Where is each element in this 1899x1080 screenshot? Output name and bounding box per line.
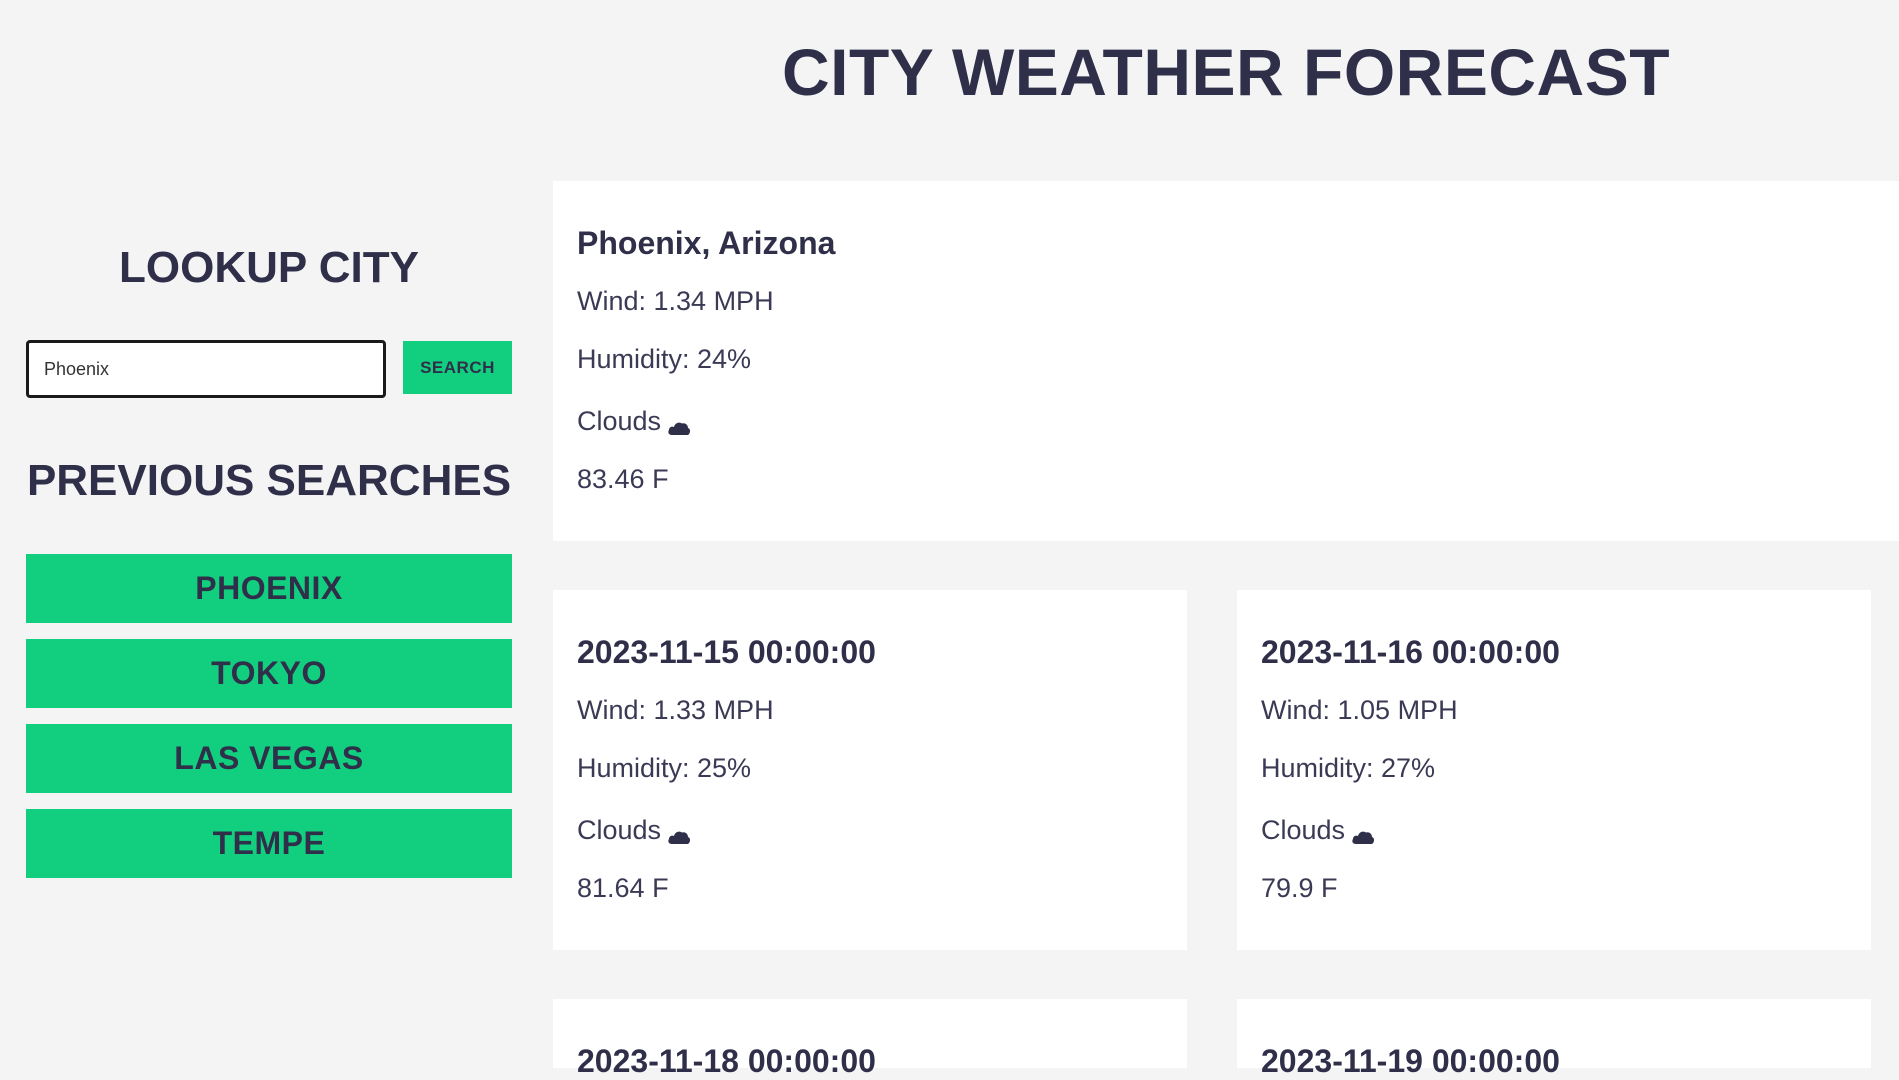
cloud-icon: [667, 412, 691, 435]
city-search-input[interactable]: [26, 340, 386, 398]
forecast-wind: Wind: 1.05 MPH: [1261, 695, 1458, 725]
forecast-date: 2023-11-16 00:00:00: [1261, 634, 1560, 670]
forecast-card: 2023-11-15 00:00:00 Wind: 1.33 MPH Humid…: [553, 590, 1187, 950]
forecast-date: 2023-11-19 00:00:00: [1261, 1043, 1560, 1079]
forecast-conditions-label: Clouds: [1261, 815, 1346, 845]
previous-searches-heading: PREVIOUS SEARCHES: [26, 456, 512, 505]
forecast-temperature: 81.64 F: [577, 873, 669, 903]
current-weather-card: Phoenix, Arizona Wind: 1.34 MPH Humidity…: [553, 181, 1899, 541]
current-humidity: Humidity: 24%: [577, 344, 752, 374]
forecast-conditions: Clouds: [1261, 815, 1375, 846]
current-wind: Wind: 1.34 MPH: [577, 286, 774, 316]
history-button-tempe[interactable]: TEMPE: [26, 809, 512, 878]
history-button-tokyo[interactable]: TOKYO: [26, 639, 512, 708]
cloud-icon: [667, 821, 691, 844]
history-button-las-vegas[interactable]: LAS VEGAS: [26, 724, 512, 793]
forecast-date: 2023-11-18 00:00:00: [577, 1043, 876, 1079]
forecast-conditions-label: Clouds: [577, 815, 662, 845]
page-title: CITY WEATHER FORECAST: [781, 35, 1671, 109]
forecast-card: 2023-11-18 00:00:00: [553, 999, 1187, 1079]
forecast-humidity: Humidity: 25%: [577, 753, 752, 783]
cloud-icon: [1351, 821, 1375, 844]
search-button[interactable]: SEARCH: [403, 341, 512, 394]
forecast-wind: Wind: 1.33 MPH: [577, 695, 774, 725]
current-city-title: Phoenix, Arizona: [577, 225, 836, 261]
forecast-card: 2023-11-19 00:00:00: [1237, 999, 1871, 1079]
previous-searches-list: PHOENIX TOKYO LAS VEGAS TEMPE: [26, 554, 512, 894]
current-temperature: 83.46 F: [577, 464, 669, 494]
forecast-temperature: 79.9 F: [1261, 873, 1338, 903]
history-button-phoenix[interactable]: PHOENIX: [26, 554, 512, 623]
lookup-city-heading: LOOKUP CITY: [119, 243, 419, 292]
forecast-date: 2023-11-15 00:00:00: [577, 634, 876, 670]
forecast-conditions: Clouds: [577, 815, 691, 846]
forecast-humidity: Humidity: 27%: [1261, 753, 1436, 783]
current-conditions: Clouds: [577, 406, 691, 437]
forecast-card: 2023-11-16 00:00:00 Wind: 1.05 MPH Humid…: [1237, 590, 1871, 950]
current-conditions-label: Clouds: [577, 406, 662, 436]
